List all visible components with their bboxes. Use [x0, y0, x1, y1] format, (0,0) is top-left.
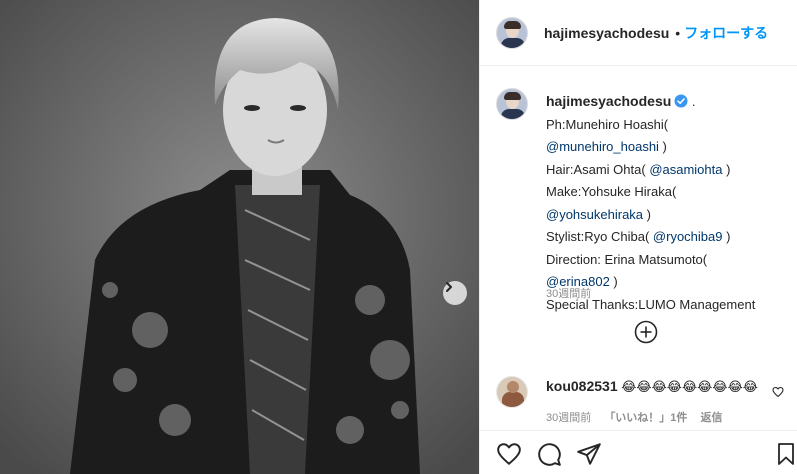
heart-icon[interactable] [496, 441, 522, 467]
load-more-comments-button[interactable] [634, 320, 660, 346]
comment-like-heart-icon[interactable] [772, 386, 784, 398]
post-header: hajimesyachodesu • フォローする [480, 0, 797, 66]
caption-trail: . [691, 94, 696, 109]
caption-line: Ph:Munehiro Hoashi( [546, 116, 669, 132]
caption-line: Direction: Erina Matsumoto( [546, 251, 708, 267]
comment-likes[interactable]: 「いいね！」1件 [604, 412, 687, 424]
follow-button[interactable]: フォローする [684, 23, 768, 43]
comment-text: kou082531 😂😂😂😂😂😂😂😂😂 [546, 378, 758, 395]
comment-bubble-icon[interactable] [536, 441, 562, 467]
separator-dot: • [675, 24, 681, 41]
caption-line: Hair:Asami Ohta( @asamiohta ) [546, 161, 731, 177]
caption-line: @munehiro_hoashi ) [546, 139, 667, 154]
mention-link[interactable]: @munehiro_hoashi [546, 139, 659, 154]
post-sidebar: hajimesyachodesu • フォローする hajimesyachode… [479, 0, 797, 474]
comment-time[interactable]: 30週間前 [546, 412, 591, 424]
mention-link[interactable]: @asamiohta [649, 162, 722, 177]
mention-link[interactable]: @ryochiba9 [653, 229, 723, 244]
post-photo[interactable] [0, 0, 479, 474]
mention-link[interactable]: @yohsukehiraka [546, 207, 643, 222]
caption-avatar[interactable] [496, 88, 528, 120]
author-username[interactable]: hajimesyachodesu [544, 25, 669, 41]
comment-meta: 30週間前 「いいね！」1件 返信 [546, 409, 733, 425]
caption-username[interactable]: hajimesyachodesu [546, 93, 671, 109]
commenter-avatar[interactable] [496, 376, 528, 408]
paper-plane-icon[interactable] [576, 441, 602, 467]
chevron-right-icon [446, 282, 452, 292]
caption-line: @yohsukehiraka ) [546, 206, 651, 222]
caption-line: Stylist:Ryo Chiba( @ryochiba9 ) [546, 229, 731, 244]
reply-button[interactable]: 返信 [701, 412, 723, 424]
next-photo-button[interactable] [443, 281, 467, 305]
commenter-username[interactable]: kou082531 [546, 378, 618, 394]
caption-text: hajimesyachodesu . Ph:Munehiro Hoashi( @… [546, 90, 786, 316]
comment-body: 😂😂😂😂😂😂😂😂😂 [621, 379, 758, 394]
caption-line: Make:Yohsuke Hiraka( [546, 184, 677, 199]
plus-circle-icon [634, 320, 658, 344]
author-avatar[interactable] [496, 16, 528, 49]
post-photo-image [0, 0, 479, 474]
action-bar [480, 430, 797, 474]
caption-timestamp[interactable]: 30週間前 [546, 285, 591, 301]
bookmark-icon[interactable] [774, 441, 797, 467]
verified-badge-icon [674, 94, 688, 108]
